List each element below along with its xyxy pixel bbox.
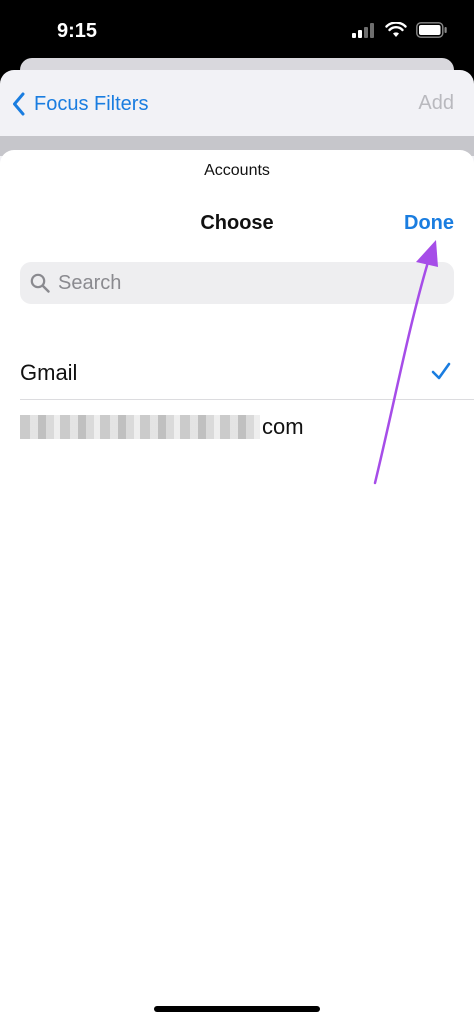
account-label: com: [262, 414, 304, 439]
chevron-left-icon: [13, 92, 25, 116]
status-icons: [352, 22, 448, 38]
search-input[interactable]: Search: [20, 262, 454, 304]
search-placeholder: Search: [58, 271, 122, 294]
account-row-gmail[interactable]: Gmail: [20, 346, 474, 400]
checkmark-icon: [431, 362, 451, 380]
add-button[interactable]: Add: [418, 92, 454, 115]
signal-icon: [352, 23, 374, 38]
status-bar: 9:15: [0, 0, 474, 62]
account-label: Gmail: [20, 359, 78, 385]
search-icon: [30, 273, 50, 293]
done-button[interactable]: Done: [404, 212, 454, 235]
redacted-email-prefix: [20, 415, 260, 439]
battery-icon: [416, 22, 447, 38]
sheet-section-label: Accounts: [204, 162, 270, 179]
sheet-title: Choose: [200, 212, 274, 234]
account-row-email[interactable]: com: [20, 400, 474, 454]
background-nav-bar: Focus Filters Add: [0, 70, 474, 138]
back-button[interactable]: Focus Filters: [12, 92, 148, 116]
wifi-icon: [385, 22, 407, 37]
status-time: 9:15: [57, 20, 98, 42]
accounts-sheet: Accounts Choose Done Search Gmail com: [0, 150, 474, 1024]
back-label: Focus Filters: [34, 92, 149, 115]
home-indicator: [154, 1006, 320, 1012]
